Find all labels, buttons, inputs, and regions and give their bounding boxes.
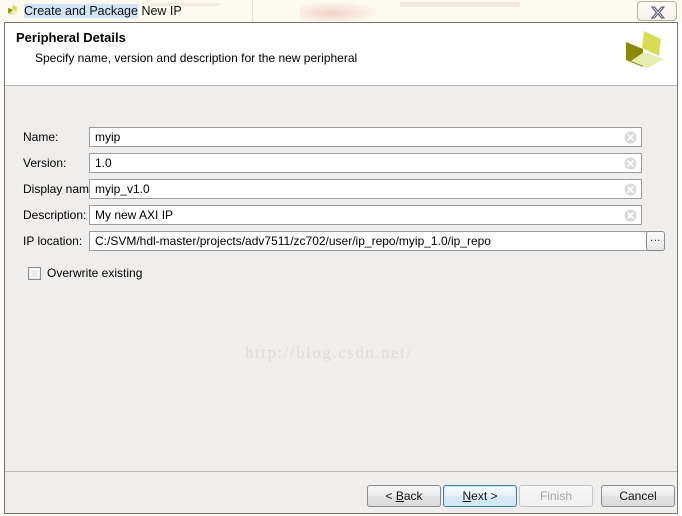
version-label: Version: — [23, 156, 67, 170]
finish-button-suffix: inish — [547, 489, 573, 503]
overwrite-existing-checkbox[interactable] — [28, 267, 41, 280]
description-label: Description: — [23, 208, 87, 222]
back-button-mnemonic: B — [395, 489, 404, 503]
ip-location-input[interactable]: C:/SVM/hdl-master/projects/adv7511/zc702… — [89, 231, 663, 251]
back-button-prefix: < — [385, 489, 396, 503]
back-button[interactable]: < Back — [367, 485, 441, 507]
clear-circle-icon[interactable] — [624, 183, 637, 196]
overwrite-existing-label: Overwrite existing — [47, 266, 143, 280]
clear-circle-icon[interactable] — [624, 209, 637, 222]
background-artifact — [300, 1, 380, 21]
page-title: Peripheral Details — [16, 30, 126, 45]
version-input-value: 1.0 — [95, 156, 112, 170]
page-subtitle: Specify name, version and description fo… — [35, 51, 358, 65]
version-input[interactable]: 1.0 — [89, 153, 642, 173]
name-input-value: myip — [95, 130, 121, 144]
display-name-label: Display name: — [23, 182, 100, 196]
description-input-value: My new AXI IP — [95, 208, 174, 222]
background-artifact — [400, 2, 520, 7]
window-title-rest: New IP — [137, 4, 182, 18]
next-button-suffix: ext > — [471, 489, 498, 503]
close-button[interactable] — [637, 1, 677, 21]
close-icon — [651, 6, 665, 19]
watermark-text: http://blog.csdn.net/ — [245, 343, 413, 362]
name-input[interactable]: myip — [89, 127, 642, 147]
window-title-selected: Create and Package — [24, 4, 138, 18]
ip-location-input-value: C:/SVM/hdl-master/projects/adv7511/zc702… — [95, 234, 491, 248]
form-content: Name: myip Version: 1.0 Display name: my… — [5, 86, 677, 471]
finish-button: Finish — [519, 485, 593, 507]
dialog-header: Peripheral Details Specify name, version… — [5, 23, 677, 85]
title-bar: Create and Package New IP — [0, 0, 682, 22]
clear-circle-icon[interactable] — [624, 131, 637, 144]
dialog-window: Create and Package New IP Peripheral Det… — [0, 0, 682, 516]
browse-button[interactable]: ... — [646, 231, 665, 251]
name-label: Name: — [23, 130, 59, 144]
xilinx-logo-icon — [617, 29, 669, 81]
window-title: Create and Package New IP — [24, 3, 182, 19]
display-name-input[interactable]: myip_v1.0 — [89, 179, 642, 199]
next-button-mnemonic: N — [462, 489, 472, 503]
back-button-suffix: ack — [403, 489, 423, 503]
next-button[interactable]: Next > — [443, 485, 517, 507]
display-name-input-value: myip_v1.0 — [95, 182, 150, 196]
description-input[interactable]: My new AXI IP — [89, 205, 642, 225]
background-artifact — [252, 0, 253, 22]
cancel-button[interactable]: Cancel — [601, 485, 675, 507]
ip-location-label: IP location: — [23, 234, 83, 248]
xilinx-logo-icon — [5, 4, 20, 19]
button-bar: < Back Next > Finish Cancel — [5, 472, 677, 513]
dialog-body: Peripheral Details Specify name, version… — [4, 22, 678, 514]
clear-circle-icon[interactable] — [624, 157, 637, 170]
